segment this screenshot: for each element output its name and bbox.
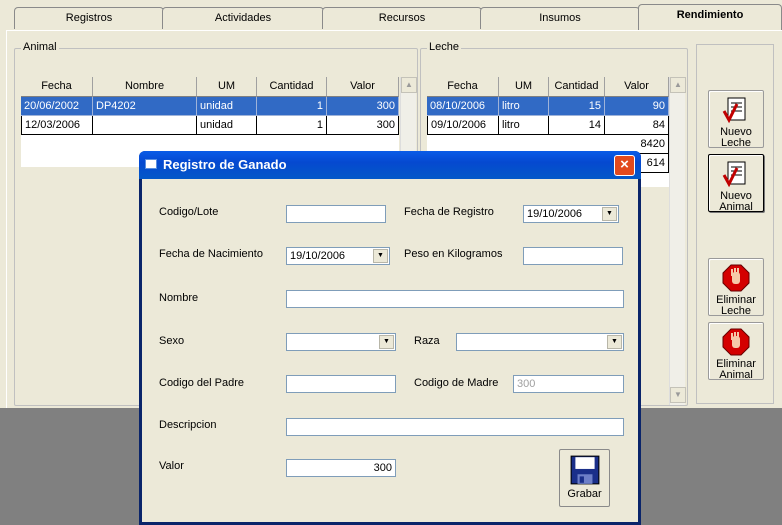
cell-cantidad: 1 (257, 116, 327, 135)
codigo-madre-label: Codigo de Madre (414, 377, 499, 389)
codigo-padre-label: Codigo del Padre (159, 377, 245, 389)
eliminar-leche-button[interactable]: Eliminar Leche (708, 258, 764, 317)
dialog-titlebar[interactable]: Registro de Ganado × (139, 151, 641, 179)
chevron-down-icon[interactable]: ▼ (373, 249, 388, 263)
nuevo-leche-label: Nuevo Leche (720, 126, 752, 149)
cell-nombre: DP4202 (93, 97, 197, 116)
cell-nombre (93, 116, 197, 135)
leche-group-title: Leche (427, 41, 461, 53)
cell-cantidad: 14 (549, 116, 605, 135)
eliminar-animal-button[interactable]: Eliminar Animal (708, 322, 764, 381)
cell-um: unidad (197, 116, 257, 135)
peso-label: Peso en Kilogramos (404, 248, 503, 260)
chevron-down-icon[interactable]: ▼ (379, 335, 394, 349)
window-icon (145, 159, 157, 169)
cell-valor: 300 (327, 97, 399, 116)
nuevo-animal-label: Nuevo Animal (719, 190, 753, 213)
column-header-fecha[interactable]: Fecha (427, 77, 499, 97)
cell-cantidad: 1 (257, 97, 327, 116)
column-header-valor[interactable]: Valor (327, 77, 399, 97)
cell-valor: 84 (605, 116, 669, 135)
valor-label: Valor (159, 460, 184, 472)
fecha-nacimiento-label: Fecha de Nacimiento (159, 248, 263, 260)
eliminar-animal-label: Eliminar Animal (716, 358, 756, 381)
column-header-cantidad[interactable]: Cantidad (549, 77, 605, 97)
column-header-nombre[interactable]: Nombre (93, 77, 197, 97)
fecha-registro-value: 19/10/2006 (527, 208, 583, 220)
fecha-registro-label: Fecha de Registro (404, 206, 494, 218)
cell-um: unidad (197, 97, 257, 116)
tab-recursos[interactable]: Recursos (322, 7, 482, 29)
fecha-nacimiento-value: 19/10/2006 (290, 250, 346, 262)
raza-label: Raza (414, 335, 440, 347)
sexo-select[interactable]: ▼ (286, 333, 396, 351)
floppy-disk-icon (570, 455, 599, 485)
cell-fecha: 09/10/2006 (427, 116, 499, 135)
cell-fecha: 08/10/2006 (427, 97, 499, 116)
fecha-registro-datepicker[interactable]: 19/10/2006 ▼ (523, 205, 619, 223)
eliminar-leche-label: Eliminar Leche (716, 294, 756, 317)
descripcion-field[interactable] (286, 418, 624, 436)
peso-field[interactable] (523, 247, 623, 265)
fecha-nacimiento-datepicker[interactable]: 19/10/2006 ▼ (286, 247, 390, 265)
codigo-padre-field[interactable] (286, 375, 396, 393)
descripcion-label: Descripcion (159, 419, 217, 431)
animal-group-title: Animal (21, 41, 59, 53)
cell-valor: 300 (327, 116, 399, 135)
chevron-down-icon[interactable]: ▼ (607, 335, 622, 349)
valor-field[interactable]: 300 (286, 459, 396, 477)
cell-um: litro (499, 116, 549, 135)
dialog-title: Registro de Ganado (163, 157, 287, 172)
animal-grid-header: Fecha Nombre UM Cantidad Valor (21, 77, 399, 97)
dialog-body: Codigo/Lote Fecha de Registro 19/10/2006… (142, 179, 638, 522)
column-header-um[interactable]: UM (197, 77, 257, 97)
scroll-down-icon[interactable]: ▼ (670, 387, 686, 403)
cell-valor: 90 (605, 97, 669, 116)
nuevo-leche-button[interactable]: Nuevo Leche (708, 90, 764, 149)
grabar-label: Grabar (567, 488, 602, 500)
tab-rendimiento[interactable]: Rendimiento (638, 4, 782, 31)
tab-bar: Registros Actividades Recursos Insumos R… (0, 0, 782, 31)
column-header-fecha[interactable]: Fecha (21, 77, 93, 97)
grabar-button[interactable]: Grabar (559, 449, 610, 507)
tab-insumos[interactable]: Insumos (480, 7, 640, 29)
column-header-valor[interactable]: Valor (605, 77, 669, 97)
cell-fecha: 20/06/2002 (21, 97, 93, 116)
tab-actividades[interactable]: Actividades (162, 7, 324, 29)
codigo-lote-field[interactable] (286, 205, 386, 223)
column-header-um[interactable]: UM (499, 77, 549, 97)
column-header-cantidad[interactable]: Cantidad (257, 77, 327, 97)
raza-select[interactable]: ▼ (456, 333, 624, 351)
clipboard-check-icon (722, 97, 746, 124)
scroll-up-icon[interactable]: ▲ (670, 77, 686, 93)
scroll-up-icon[interactable]: ▲ (401, 77, 417, 93)
leche-vertical-scrollbar[interactable]: ▲ ▼ (669, 77, 686, 405)
stop-hand-icon (722, 264, 750, 292)
tab-registros[interactable]: Registros (14, 7, 164, 29)
chevron-down-icon[interactable]: ▼ (602, 207, 617, 221)
nombre-label: Nombre (159, 292, 199, 304)
sexo-label: Sexo (159, 335, 185, 347)
cell-um: litro (499, 97, 549, 116)
nuevo-animal-button[interactable]: Nuevo Animal (708, 154, 764, 213)
cell-fecha: 12/03/2006 (21, 116, 93, 135)
codigo-lote-label: Codigo/Lote (159, 206, 219, 218)
codigo-madre-field[interactable]: 300 (513, 375, 624, 393)
close-icon[interactable]: × (614, 155, 635, 176)
cell-cantidad: 15 (549, 97, 605, 116)
nombre-field[interactable] (286, 290, 624, 308)
stop-hand-icon (722, 328, 750, 356)
clipboard-check-icon (722, 161, 746, 188)
registro-ganado-dialog: Registro de Ganado × Codigo/Lote Fecha d… (139, 151, 641, 525)
leche-grid-header: Fecha UM Cantidad Valor (427, 77, 669, 97)
